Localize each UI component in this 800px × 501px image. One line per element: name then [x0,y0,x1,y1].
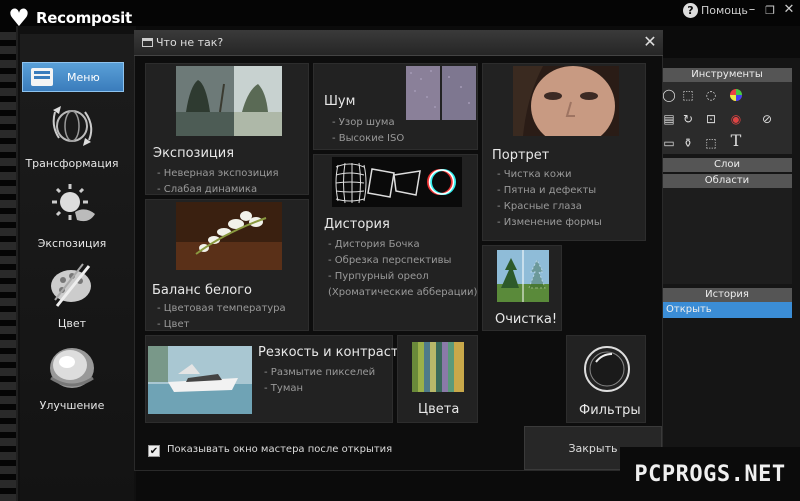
tile-title: Баланс белого [152,283,253,298]
select-icon[interactable]: ⬚ [704,136,718,150]
show-wizard-checkbox[interactable]: ✔ [148,445,160,457]
tile-item: - Туман [264,383,304,394]
tile-items: - Чистка кожи - Пятна и дефекты - Красны… [497,167,602,231]
white-balance-thumbnail [176,202,282,270]
help-icon: ? [683,3,698,18]
tile-items: - Дистория Бочка - Обрезка перспективы -… [328,237,477,301]
transform-icon [52,106,93,146]
sidebar-item-label: Экспозиция [37,237,107,250]
distortion-thumbnail [332,157,462,207]
dialog-close-icon[interactable]: ✕ [641,32,659,52]
portrait-thumbnail [513,66,619,136]
stamp-icon[interactable]: ⚱ [681,136,695,150]
sharpness-thumbnail [148,346,252,414]
disabled-tool-icon[interactable]: ⊘ [760,112,774,126]
tile-title: Цвета [418,402,460,417]
rect-select-icon[interactable]: ⬚ [681,88,695,102]
palette-icon [51,263,91,307]
sidebar-item-enhance[interactable]: Улучшение [24,342,120,412]
tile-title: Портрет [492,148,550,163]
menu-label: Меню [67,70,100,84]
tile-item: - Дистория Бочка [328,239,420,250]
tile-item: - Размытие пикселей [264,367,376,378]
tile-filters[interactable]: Фильтры [566,335,646,423]
sidebar-item-label: Улучшение [39,399,105,412]
history-item-open[interactable]: Открыть [662,302,792,318]
exposure-thumbnail [176,66,282,136]
tile-items: - Размытие пикселей - Туман [264,365,375,397]
regions-area [662,188,792,284]
tile-item: - Узор шума [332,117,395,128]
exposure-icon [52,184,95,222]
regions-header: Области [662,174,792,188]
tile-items: - Неверная экспозиция - Слабая динамика [157,166,279,198]
tile-items: - Узор шума - Высокие ISO [332,115,404,147]
filters-lens-icon [582,344,632,394]
sidebar-item-label: Трансформация [25,157,119,170]
tile-colors[interactable]: Цвета [397,335,478,423]
text-tool-icon[interactable]: T [729,133,743,149]
tile-item: - Красные глаза [497,201,582,212]
tile-title: Экспозиция [153,146,235,161]
restore-button[interactable]: ❐ [763,4,777,17]
tile-item: - Пурпурный ореол [328,271,429,282]
tile-distortion[interactable]: Дистория - Дистория Бочка - Обрезка перс… [313,154,478,331]
circle-select-icon[interactable]: ◌ [704,88,718,102]
tile-sharpness[interactable]: Резкость и контраст - Размытие пикселей … [145,335,398,423]
tile-item: - Цветовая температура [157,303,286,314]
sidebar-item-color[interactable]: Цвет [24,260,120,330]
rotate-icon[interactable]: ↻ [681,112,695,126]
sidebar-item-exposure[interactable]: Экспозиция [24,180,120,250]
close-window-button[interactable]: ✕ [782,2,796,17]
tile-items: - Цветовая температура - Цвет [157,301,286,333]
watermark: PCPROGS.NET [620,447,800,501]
help-button[interactable]: ? Помощь [683,3,748,18]
tile-exposure[interactable]: Экспозиция - Неверная экспозиция - Слаба… [145,63,309,195]
tile-title: Резкость и контраст [258,345,399,360]
sidebar-item-label: Цвет [57,317,87,330]
crop-icon[interactable]: ⊡ [704,112,718,126]
layers-header: Слои [662,158,792,172]
tile-title: Фильтры [579,403,641,418]
tile-item: - Обрезка перспективы [328,255,452,266]
menu-button[interactable]: Меню [22,62,124,92]
minimize-button[interactable]: – [745,2,759,17]
colors-thumbnail [412,342,464,392]
clipboard-icon[interactable]: ▤ [662,112,676,126]
tile-noise[interactable]: Шум - Узор шума - Высокие ISO [313,63,478,150]
tile-title: Дистория [324,217,390,232]
enhance-icon [50,348,94,388]
cleanup-thumbnail [497,250,549,302]
ellipse-select-icon[interactable]: ◯ [662,88,676,102]
show-wizard-label: Показывать окно мастера после открытия [167,444,393,455]
tile-item: - Пятна и дефекты [497,185,597,196]
color-wheel-icon[interactable] [729,88,743,102]
tile-portrait[interactable]: Портрет - Чистка кожи - Пятна и дефекты … [482,63,646,241]
dialog-title: Что не так? [156,36,224,49]
tile-item: - Цвет [157,319,190,330]
tile-item: - Высокие ISO [332,133,405,144]
tile-item: - Изменение формы [497,217,602,228]
logo-text: Recomposit [36,9,132,27]
tile-item: - Неверная экспозиция [157,168,279,179]
tile-item: (Хроматические абберации) [328,287,478,298]
help-label: Помощь [701,4,748,17]
copy-icon[interactable]: ▭ [662,136,676,150]
window-icon [142,38,153,47]
tile-item: - Чистка кожи [497,169,572,180]
tile-white-balance[interactable]: Баланс белого - Цветовая температура - Ц… [145,199,309,331]
menu-icon [31,68,53,86]
filmstrip-decoration [0,26,18,501]
tile-title: Очистка! [495,312,558,327]
history-header: История [662,288,792,302]
tile-title: Шум [324,94,356,109]
red-eye-icon[interactable]: ◉ [729,112,743,126]
tile-cleanup[interactable]: Очистка! [482,245,562,331]
noise-thumbnail [406,66,476,120]
sidebar-item-transform[interactable]: Трансформация [24,100,120,170]
tools-header: Инструменты [662,68,792,82]
tile-item: - Слабая динамика [157,184,258,195]
